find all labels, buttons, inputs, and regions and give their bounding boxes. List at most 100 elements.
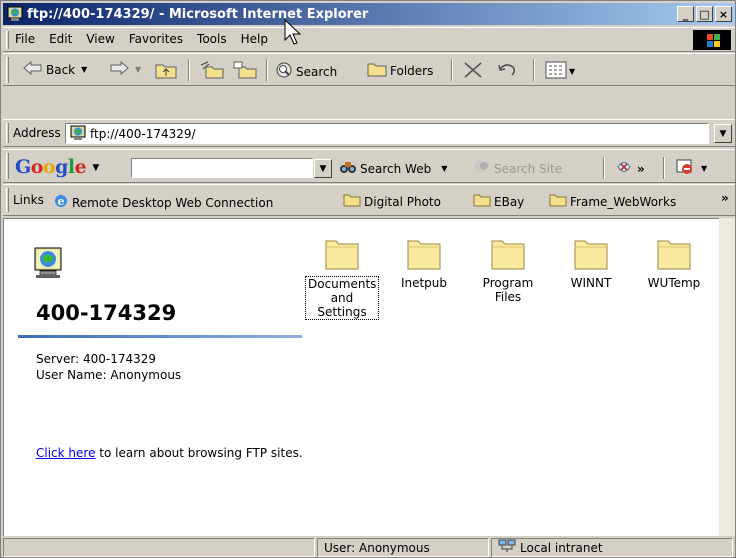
copy-to-icon <box>233 61 257 82</box>
link-remote-desktop-label: Remote Desktop Web Connection <box>72 195 274 210</box>
back-button[interactable]: Back ▼ <box>23 60 87 78</box>
folder-icon <box>406 235 442 274</box>
pagerank-button[interactable]: » <box>615 158 645 179</box>
views-button[interactable]: ▼ <box>545 61 575 82</box>
menu-grip[interactable] <box>6 31 9 49</box>
toolbar-grip[interactable] <box>6 57 9 83</box>
search-web-dropdown-icon[interactable]: ▼ <box>441 164 447 173</box>
google-logo-button[interactable]: Google ▼ <box>15 156 99 178</box>
search-web-label: Search Web <box>360 161 432 176</box>
link-digital-photo-label: Digital Photo <box>364 194 441 209</box>
close-button[interactable]: × <box>715 6 732 22</box>
forward-button[interactable]: ▼ <box>109 60 141 78</box>
toolbar-separator <box>451 59 453 81</box>
move-to-button[interactable] <box>200 61 224 82</box>
svg-text:e: e <box>58 195 65 208</box>
links-more-chevron[interactable]: » <box>721 191 729 205</box>
title-underline <box>18 335 302 338</box>
undo-button[interactable] <box>497 61 519 80</box>
google-more-chevron[interactable]: » <box>637 162 645 176</box>
menu-view[interactable]: View <box>86 32 114 46</box>
up-folder-button[interactable] <box>155 61 177 82</box>
google-menu-dropdown-icon[interactable]: ▼ <box>92 163 99 173</box>
search-label: Search <box>296 64 338 79</box>
menu-edit[interactable]: Edit <box>49 32 72 46</box>
menu-file[interactable]: File <box>15 32 35 46</box>
folder-label: Documents and Settings <box>305 276 379 320</box>
folder-documents-and-settings[interactable]: Documents and Settings <box>300 235 384 320</box>
ftp-server-icon <box>34 247 62 279</box>
google-separator <box>663 157 665 179</box>
search-web-button[interactable]: Search Web ▼ <box>339 159 447 178</box>
forward-dropdown-icon[interactable]: ▼ <box>135 65 141 74</box>
up-folder-icon <box>155 61 177 82</box>
ftp-content-pane: 400-174329 Server: 400-174329 User Name:… <box>3 218 719 536</box>
forward-arrow-icon <box>109 60 129 78</box>
menu-help[interactable]: Help <box>241 32 268 46</box>
folder-label: Inetpub <box>400 276 448 290</box>
folder-inetpub[interactable]: Inetpub <box>382 235 466 290</box>
status-zone-label: Local intranet <box>520 540 603 555</box>
undo-icon <box>497 61 519 80</box>
title-bar[interactable]: ftp://400-174329/ - Microsoft Internet E… <box>3 3 735 25</box>
toolbar-separator <box>188 59 190 81</box>
address-value: ftp://400-174329/ <box>90 126 196 141</box>
folder-wutemp[interactable]: WUTemp <box>632 235 716 290</box>
address-grip[interactable] <box>6 123 9 143</box>
local-intranet-icon <box>498 539 516 556</box>
folder-icon <box>549 193 567 210</box>
delete-button[interactable] <box>463 61 483 82</box>
ie-page-icon: e <box>53 193 69 212</box>
ftp-globe-icon <box>70 125 86 144</box>
folder-icon <box>343 193 361 210</box>
move-to-icon <box>200 61 224 82</box>
folder-icon <box>490 235 526 274</box>
link-digital-photo[interactable]: Digital Photo <box>343 193 441 210</box>
pagerank-icon <box>615 158 633 179</box>
links-grip[interactable] <box>6 188 9 212</box>
ftp-globe-icon <box>7 6 23 22</box>
views-icon <box>545 61 567 82</box>
folder-icon <box>656 235 692 274</box>
google-grip[interactable] <box>6 153 9 179</box>
back-label: Back <box>46 62 76 77</box>
search-button[interactable]: Search <box>275 61 337 82</box>
link-frame-webworks[interactable]: Frame_WebWorks <box>549 193 676 210</box>
address-dropdown-button[interactable]: ▼ <box>714 124 732 143</box>
menu-bar: File Edit View Favorites Tools Help <box>3 27 735 52</box>
vertical-scrollbar[interactable] <box>719 218 735 536</box>
minimize-button[interactable]: _ <box>677 6 694 22</box>
toolbar-separator <box>266 59 268 81</box>
link-ebay[interactable]: EBay <box>473 193 524 210</box>
folder-icon <box>324 235 360 274</box>
click-here-link[interactable]: Click here <box>36 446 95 460</box>
folder-icon <box>573 235 609 274</box>
address-label: Address <box>13 126 61 140</box>
delete-x-icon <box>463 61 483 82</box>
toolbar-separator <box>533 59 535 81</box>
folder-program-files[interactable]: Program Files <box>466 235 550 304</box>
status-zone: Local intranet <box>491 538 733 557</box>
back-arrow-icon <box>23 60 43 78</box>
status-bar: User: Anonymous Local intranet <box>3 538 735 558</box>
menu-tools[interactable]: Tools <box>197 32 227 46</box>
link-remote-desktop[interactable]: e Remote Desktop Web Connection <box>53 193 273 212</box>
views-dropdown-icon[interactable]: ▼ <box>569 67 575 76</box>
page-title: 400-174329 <box>36 301 177 325</box>
folder-winnt[interactable]: WINNT <box>549 235 633 290</box>
binoculars-icon <box>339 159 357 178</box>
back-dropdown-icon[interactable]: ▼ <box>81 65 87 74</box>
address-input[interactable]: ftp://400-174329/ <box>65 123 709 144</box>
browser-window: ftp://400-174329/ - Microsoft Internet E… <box>0 0 736 558</box>
popup-blocker-button[interactable]: ▼ <box>675 158 707 179</box>
search-site-button[interactable]: Search Site <box>473 159 562 178</box>
google-toolbar: Google ▼ ▼ Search Web ▼ Search Site » ▼ <box>3 149 735 183</box>
menu-favorites[interactable]: Favorites <box>129 32 183 46</box>
google-search-input[interactable] <box>131 158 313 178</box>
copy-to-button[interactable] <box>233 61 257 82</box>
folders-button[interactable]: Folders <box>367 61 433 80</box>
maximize-button[interactable]: □ <box>696 6 713 22</box>
popup-blocker-dropdown-icon[interactable]: ▼ <box>701 164 707 173</box>
google-search-dropdown-button[interactable]: ▼ <box>314 159 332 178</box>
user-name-info: User Name: Anonymous <box>36 368 182 382</box>
